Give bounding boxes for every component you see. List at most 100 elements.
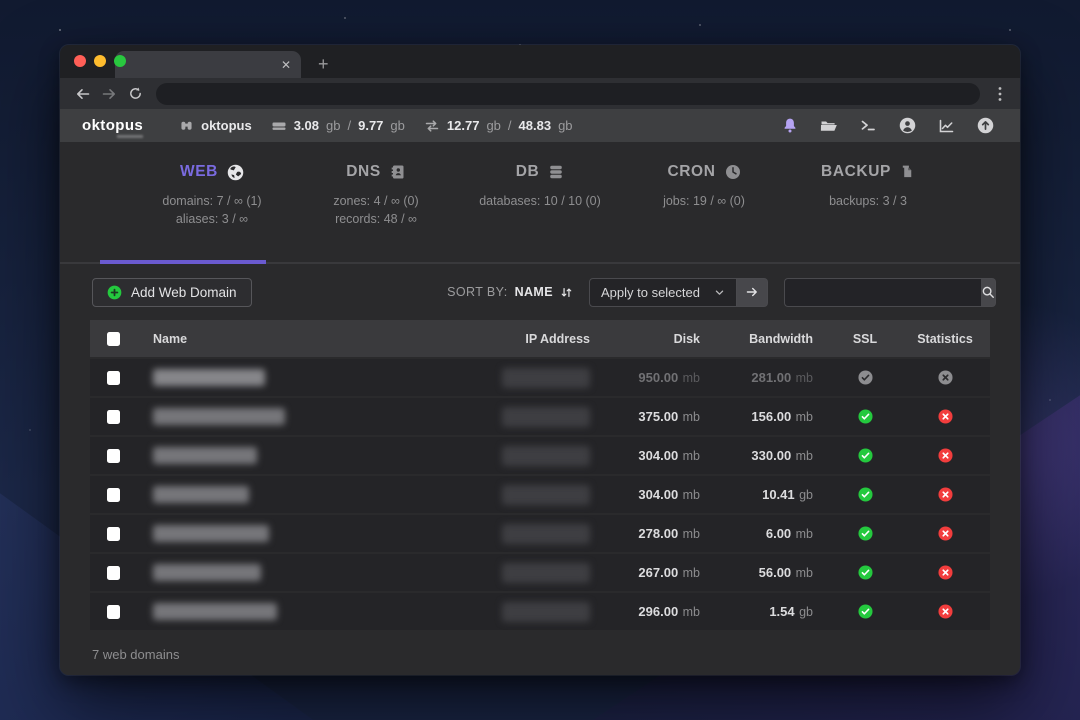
back-icon[interactable] bbox=[70, 81, 96, 107]
browser-menu-icon[interactable] bbox=[990, 86, 1010, 102]
search-button[interactable] bbox=[981, 278, 996, 307]
terminal-icon[interactable] bbox=[859, 117, 877, 135]
ssl-enabled-icon bbox=[858, 565, 873, 580]
right-arrow-icon bbox=[745, 285, 759, 299]
tab-cron[interactable]: CRON jobs: 19 / ∞ (0) bbox=[622, 163, 786, 262]
table-row[interactable]: 304.00 mb 330.00 mb bbox=[90, 437, 990, 474]
ssl-enabled-icon bbox=[858, 409, 873, 424]
row-checkbox[interactable] bbox=[107, 566, 120, 580]
new-tab-button[interactable]: + bbox=[318, 55, 329, 73]
browser-tab[interactable]: ✕ bbox=[115, 51, 301, 78]
minimize-window-button[interactable] bbox=[94, 55, 106, 67]
table-row[interactable]: 304.00 mb 10.41 gb bbox=[90, 476, 990, 513]
account-user: oktopus bbox=[179, 118, 252, 133]
apply-to-selected-value: Apply to selected bbox=[601, 285, 700, 300]
table-row[interactable]: 375.00 mb 156.00 mb bbox=[90, 398, 990, 435]
search-group bbox=[784, 278, 990, 307]
browser-toolbar bbox=[60, 78, 1020, 109]
user-account-icon[interactable] bbox=[898, 117, 916, 135]
add-web-domain-label: Add Web Domain bbox=[131, 285, 237, 300]
tab-backup[interactable]: BACKUP backups: 3 / 3 bbox=[786, 163, 950, 262]
column-header-name: Name bbox=[136, 332, 420, 346]
domain-name-redacted bbox=[153, 369, 265, 386]
logout-up-arrow-icon[interactable] bbox=[976, 117, 994, 135]
backup-backups-stat: backups: 3 / 3 bbox=[786, 192, 950, 210]
add-web-domain-button[interactable]: Add Web Domain bbox=[92, 278, 252, 307]
apply-go-button[interactable] bbox=[737, 278, 768, 307]
tab-cron-label: CRON bbox=[667, 163, 715, 181]
tab-dns[interactable]: DNS zones: 4 / ∞ (0) records: 48 / ∞ bbox=[294, 163, 458, 262]
bandwidth-used-value: 12.77 bbox=[447, 118, 480, 133]
app-logo[interactable]: oktopus bbox=[82, 117, 143, 134]
ssl-enabled-icon bbox=[858, 448, 873, 463]
app-logo-subtext bbox=[117, 135, 143, 138]
tab-db-label: DB bbox=[516, 163, 540, 181]
statistics-disabled-icon bbox=[938, 487, 953, 502]
bulk-action-group: Apply to selected bbox=[589, 278, 768, 307]
statistics-disabled-icon bbox=[938, 604, 953, 619]
address-bar[interactable] bbox=[156, 83, 980, 105]
select-all-checkbox[interactable] bbox=[107, 332, 120, 346]
table-row[interactable]: 950.00 mb 281.00 mb bbox=[90, 359, 990, 396]
app-logo-text: oktopus bbox=[82, 117, 143, 134]
disk-total-value: 9.77 bbox=[358, 118, 383, 133]
row-checkbox[interactable] bbox=[107, 488, 120, 502]
disk-used-value: 3.08 bbox=[294, 118, 319, 133]
row-checkbox[interactable] bbox=[107, 605, 120, 619]
domain-name-redacted bbox=[153, 447, 257, 464]
column-header-ip: IP Address bbox=[420, 332, 590, 346]
db-databases-stat: databases: 10 / 10 (0) bbox=[458, 192, 622, 210]
bandwidth-total-unit: gb bbox=[558, 118, 572, 133]
row-checkbox[interactable] bbox=[107, 371, 120, 385]
ip-address-redacted bbox=[502, 602, 590, 622]
file-manager-folder-icon[interactable] bbox=[820, 117, 838, 135]
table-row[interactable]: 278.00 mb 6.00 mb bbox=[90, 515, 990, 552]
column-header-ssl: SSL bbox=[830, 332, 900, 346]
username: oktopus bbox=[201, 118, 252, 133]
list-toolbar: Add Web Domain SORT BY: NAME Apply to se… bbox=[92, 277, 990, 307]
section-tabs: WEB domains: 7 / ∞ (1) aliases: 3 / ∞ DN… bbox=[60, 142, 1020, 264]
domain-name-redacted bbox=[153, 525, 269, 542]
close-window-button[interactable] bbox=[74, 55, 86, 67]
web-domains-stat: domains: 7 / ∞ (1) bbox=[130, 192, 294, 210]
column-header-disk: Disk bbox=[590, 332, 700, 346]
notifications-bell-icon[interactable] bbox=[781, 117, 799, 135]
row-checkbox[interactable] bbox=[107, 410, 120, 424]
row-checkbox[interactable] bbox=[107, 527, 120, 541]
tab-dns-label: DNS bbox=[346, 163, 381, 181]
clock-icon bbox=[725, 164, 741, 180]
ip-address-redacted bbox=[502, 407, 590, 427]
zoom-window-button[interactable] bbox=[114, 55, 126, 67]
web-aliases-stat: aliases: 3 / ∞ bbox=[130, 210, 294, 228]
address-book-icon bbox=[390, 164, 406, 180]
tab-close-icon[interactable]: ✕ bbox=[281, 59, 291, 71]
statistics-chart-icon[interactable] bbox=[937, 117, 955, 135]
statistics-disabled-icon bbox=[938, 409, 953, 424]
ssl-enabled-icon bbox=[858, 487, 873, 502]
tab-db[interactable]: DB databases: 10 / 10 (0) bbox=[458, 163, 622, 262]
browser-window: ✕ + oktopus oktopus 3.08 g bbox=[60, 45, 1020, 675]
search-input[interactable] bbox=[784, 278, 981, 307]
tab-backup-label: BACKUP bbox=[821, 163, 891, 181]
panel-content: WEB domains: 7 / ∞ (1) aliases: 3 / ∞ DN… bbox=[60, 142, 1020, 675]
ssl-enabled-icon bbox=[858, 604, 873, 619]
statistics-disabled-icon bbox=[938, 370, 953, 385]
statistics-disabled-icon bbox=[938, 448, 953, 463]
hard-drive-icon bbox=[271, 118, 287, 134]
forward-icon[interactable] bbox=[96, 81, 122, 107]
disk-usage: 3.08 gb / 9.77 gb bbox=[271, 118, 405, 134]
reload-icon[interactable] bbox=[122, 81, 148, 107]
header-actions bbox=[781, 117, 1004, 135]
table-row[interactable]: 296.00 mb 1.54 gb bbox=[90, 593, 990, 630]
table-row[interactable]: 267.00 mb 56.00 mb bbox=[90, 554, 990, 591]
tab-web-label: WEB bbox=[180, 163, 218, 181]
apply-to-selected-dropdown[interactable]: Apply to selected bbox=[589, 278, 737, 307]
tab-web[interactable]: WEB domains: 7 / ∞ (1) aliases: 3 / ∞ bbox=[130, 163, 294, 262]
disk-used-unit: gb bbox=[326, 118, 340, 133]
ip-address-redacted bbox=[502, 524, 590, 544]
bandwidth-used-unit: gb bbox=[486, 118, 500, 133]
row-checkbox[interactable] bbox=[107, 449, 120, 463]
sort-control[interactable]: SORT BY: NAME bbox=[447, 285, 573, 299]
active-tab-underline bbox=[100, 260, 266, 264]
app-header: oktopus oktopus 3.08 gb / 9.77 gb 12.77 … bbox=[60, 109, 1020, 142]
